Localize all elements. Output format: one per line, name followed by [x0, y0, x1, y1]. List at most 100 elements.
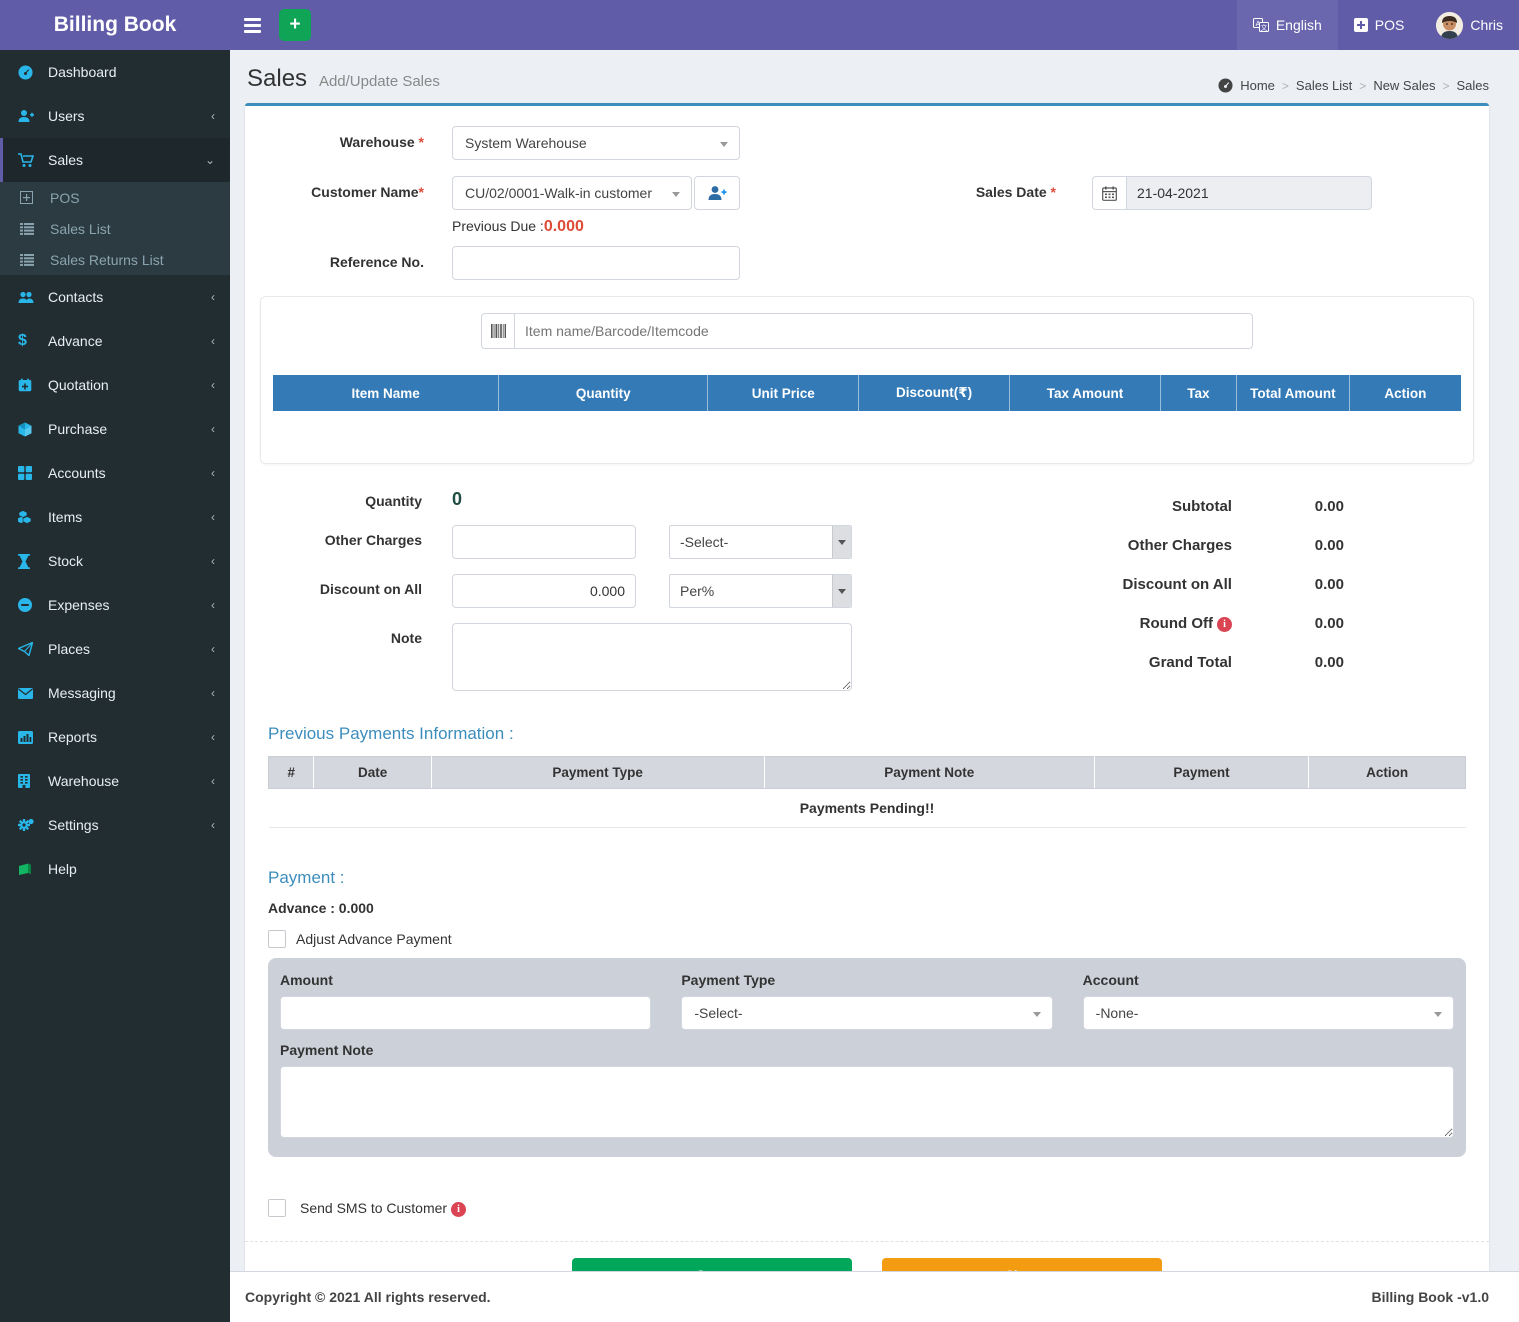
- sales-date-label: Sales Date *: [867, 176, 1092, 236]
- breadcrumb-sales-list[interactable]: Sales List: [1296, 78, 1352, 93]
- sidebar-item-expenses[interactable]: Expenses ‹: [0, 583, 230, 627]
- pos-shortcut[interactable]: POS: [1338, 0, 1421, 50]
- sidebar-nav: Dashboard Users ‹ Sales ⌄ POS Sales List…: [0, 50, 230, 1322]
- cubes-icon: [18, 510, 42, 524]
- quick-add-button[interactable]: +: [279, 9, 311, 41]
- warehouse-select[interactable]: System Warehouse: [452, 126, 740, 160]
- sidebar-item-sales-returns-list[interactable]: Sales Returns List: [0, 244, 230, 275]
- sidebar-item-places[interactable]: Places ‹: [0, 627, 230, 671]
- quantity-total-value: 0: [452, 486, 462, 510]
- sales-date-input[interactable]: [1126, 176, 1372, 210]
- hamburger-icon: [244, 18, 261, 21]
- user-avatar: [1436, 12, 1463, 39]
- note-textarea[interactable]: [452, 623, 852, 691]
- sidebar-item-contacts[interactable]: Contacts ‹: [0, 275, 230, 319]
- payment-type-label: Payment Type: [681, 972, 1052, 988]
- sidebar-item-stock[interactable]: Stock ‹: [0, 539, 230, 583]
- advance-amount: Advance : 0.000: [268, 900, 1466, 916]
- page-header: Sales Add/Update Sales: [247, 65, 440, 93]
- send-sms-checkbox[interactable]: [268, 1199, 286, 1217]
- sidebar-item-dashboard[interactable]: Dashboard: [0, 50, 230, 94]
- reference-no-input[interactable]: [452, 246, 740, 280]
- payments-table-header-row: # Date Payment Type Payment Note Payment…: [269, 757, 1466, 789]
- payment-amount-input[interactable]: [280, 996, 651, 1030]
- add-customer-button[interactable]: [694, 176, 740, 210]
- top-navbar: Billing Book + A文 English POS Chris: [0, 0, 1519, 50]
- sidebar-item-items[interactable]: Items ‹: [0, 495, 230, 539]
- info-icon[interactable]: i: [1217, 617, 1232, 632]
- breadcrumb-new-sales[interactable]: New Sales: [1373, 78, 1435, 93]
- info-icon[interactable]: i: [451, 1202, 466, 1217]
- discount-total-label: Discount on All: [1123, 576, 1232, 593]
- breadcrumb-home[interactable]: Home: [1240, 78, 1275, 93]
- sidebar-item-accounts[interactable]: Accounts ‹: [0, 451, 230, 495]
- users-group-icon: [18, 291, 42, 304]
- item-search-input[interactable]: [514, 313, 1253, 349]
- grand-total-value: 0.00: [1232, 654, 1344, 671]
- sidebar-item-users[interactable]: Users ‹: [0, 94, 230, 138]
- adjust-advance-checkbox[interactable]: [268, 930, 286, 948]
- sidebar-item-sales-list[interactable]: Sales List: [0, 213, 230, 244]
- previous-payments-heading: Previous Payments Information :: [268, 724, 1466, 744]
- totals-section: Subtotal 0.00 Other Charges 0.00 Discoun…: [952, 486, 1474, 706]
- adjust-advance-label: Adjust Advance Payment: [296, 931, 452, 947]
- sidebar-item-messaging[interactable]: Messaging ‹: [0, 671, 230, 715]
- chevron-down-icon: ⌄: [205, 153, 215, 167]
- account-label: Account: [1083, 972, 1454, 988]
- sidebar-item-settings[interactable]: Settings ‹: [0, 803, 230, 847]
- user-menu[interactable]: Chris: [1420, 0, 1519, 50]
- amount-label: Amount: [280, 972, 651, 988]
- other-charges-select[interactable]: -Select-: [669, 525, 852, 559]
- hourglass-icon: [18, 554, 42, 569]
- breadcrumb-current: Sales: [1456, 78, 1489, 93]
- sidebar-item-help[interactable]: Help: [0, 847, 230, 891]
- discount-total-value: 0.00: [1232, 576, 1344, 593]
- sidebar-item-reports[interactable]: Reports ‹: [0, 715, 230, 759]
- account-select[interactable]: -None-: [1083, 996, 1454, 1030]
- charges-section: Quantity 0 Other Charges -Select- Discou…: [260, 486, 952, 706]
- payment-type-select[interactable]: -Select-: [681, 996, 1052, 1030]
- page-subtitle: Add/Update Sales: [319, 73, 440, 90]
- payment-note-label: Payment Note: [280, 1042, 1454, 1058]
- items-panel: Item Name Quantity Unit Price Discount(₹…: [260, 296, 1474, 464]
- app-logo[interactable]: Billing Book: [0, 0, 230, 50]
- language-menu[interactable]: A文 English: [1237, 0, 1338, 50]
- other-charges-total-value: 0.00: [1232, 537, 1344, 554]
- user-plus-icon: [707, 185, 727, 201]
- copyright-text: Copyright © 2021 All rights reserved.: [245, 1289, 491, 1305]
- customer-select[interactable]: CU/02/0001-Walk-in customer: [452, 176, 692, 210]
- payment-note-textarea[interactable]: [280, 1066, 1454, 1138]
- user-plus-icon: [18, 109, 42, 123]
- sidebar-item-sales[interactable]: Sales ⌄: [0, 138, 230, 182]
- quantity-label: Quantity: [260, 486, 452, 510]
- calendar-icon[interactable]: [1092, 176, 1126, 210]
- sidebar-item-pos[interactable]: POS: [0, 182, 230, 213]
- sidebar-item-purchase[interactable]: Purchase ‹: [0, 407, 230, 451]
- dollar-icon: $: [18, 332, 42, 350]
- other-charges-input[interactable]: [452, 525, 636, 559]
- sidebar-toggle-button[interactable]: [230, 0, 275, 50]
- item-search-group: [481, 313, 1253, 349]
- sidebar-item-warehouse[interactable]: Warehouse ‹: [0, 759, 230, 803]
- discount-on-all-input[interactable]: [452, 574, 636, 608]
- payments-pending-text: Payments Pending!!: [269, 789, 1466, 828]
- grid-icon: [18, 466, 42, 480]
- sidebar-item-advance[interactable]: $ Advance ‹: [0, 319, 230, 363]
- discount-on-all-label: Discount on All: [260, 574, 452, 608]
- round-off-label: Round Offi: [1140, 615, 1232, 632]
- sidebar-item-quotation[interactable]: Quotation ‹: [0, 363, 230, 407]
- grand-total-label: Grand Total: [1149, 654, 1232, 671]
- divider: [245, 1241, 1489, 1242]
- discount-type-select[interactable]: Per%: [669, 574, 852, 608]
- sales-submenu: POS Sales List Sales Returns List: [0, 182, 230, 275]
- building-icon: [18, 774, 42, 788]
- round-off-value: 0.00: [1232, 615, 1344, 632]
- paper-plane-icon: [18, 642, 42, 656]
- version-text: Billing Book -v1.0: [1372, 1289, 1489, 1305]
- items-table: Item Name Quantity Unit Price Discount(₹…: [273, 375, 1461, 441]
- sales-form-card: Warehouse * System Warehouse Customer Na…: [245, 103, 1489, 1311]
- note-label: Note: [260, 623, 452, 691]
- barcode-icon: [481, 313, 514, 349]
- send-sms-label: Send SMS to Customeri: [300, 1200, 466, 1217]
- reference-no-label: Reference No.: [260, 246, 452, 280]
